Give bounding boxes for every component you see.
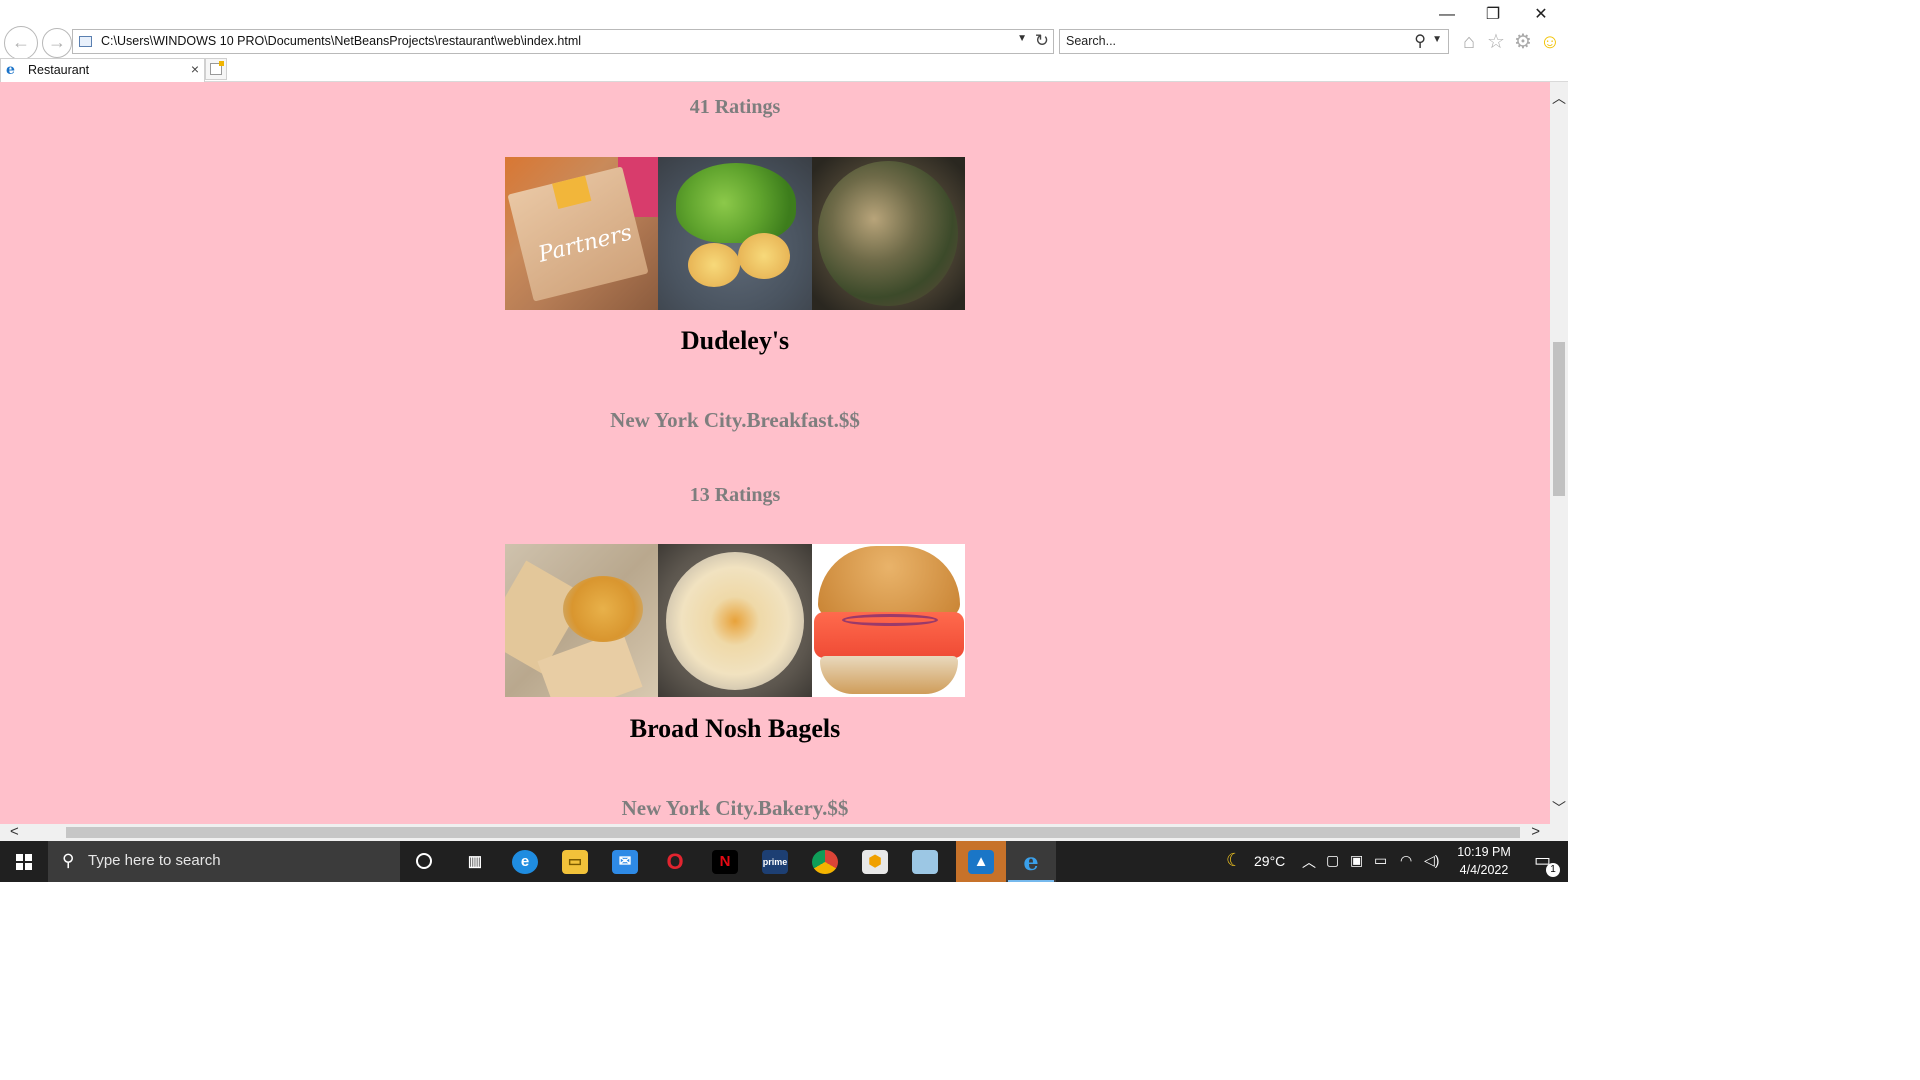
cortana-button[interactable]: [400, 841, 450, 882]
close-window-button[interactable]: ✕: [1518, 4, 1564, 26]
taskbar-search[interactable]: ⚲: [48, 841, 400, 882]
new-tab-button[interactable]: [205, 58, 227, 80]
show-hidden-icons-icon[interactable]: ︿: [1302, 852, 1316, 872]
photo-row-broad-nosh: [505, 544, 965, 697]
netflix-button[interactable]: N: [700, 841, 750, 882]
back-arrow-icon: ←: [12, 32, 30, 52]
ie-tab-icon: e: [6, 62, 15, 78]
cortana-icon: [416, 853, 432, 869]
ratings-text: 41 Ratings: [689, 96, 781, 118]
file-explorer-button[interactable]: ▭: [550, 841, 600, 882]
brussels-sprouts-bowl-photo: [811, 157, 965, 310]
scroll-up-icon[interactable]: ︿: [1552, 88, 1566, 108]
taskbar-search-input[interactable]: [88, 852, 388, 869]
page-icon: [79, 36, 92, 47]
edge-icon: e: [512, 850, 538, 874]
notification-center[interactable]: ▭ 1: [1520, 841, 1568, 882]
restaurant-meta: New York City.Breakfast.$$: [610, 408, 860, 432]
search-box[interactable]: ⚲ ▼: [1059, 29, 1449, 54]
clock[interactable]: 10:19 PM 4/4/2022: [1448, 841, 1520, 882]
clock-time: 10:19 PM: [1457, 845, 1511, 859]
ie-icon: e: [1023, 847, 1039, 876]
browser-chrome: — ❐ ✕ ← → C:\Users\WINDOWS 10 PRO\Docume…: [0, 0, 1568, 82]
scroll-right-icon[interactable]: >: [1531, 823, 1540, 840]
opera-button[interactable]: O: [650, 841, 700, 882]
device-icon[interactable]: ▣: [1350, 852, 1363, 869]
app-box-button[interactable]: ⬢: [850, 841, 900, 882]
weather-widget[interactable]: ☾ 29°C: [1222, 841, 1292, 882]
search-dropdown-icon[interactable]: ▼: [1432, 34, 1442, 45]
opera-icon: O: [666, 849, 684, 874]
vertical-scrollbar[interactable]: ︿ ﹀: [1550, 82, 1568, 824]
photos-icon: ▲: [968, 850, 994, 874]
address-text[interactable]: C:\Users\WINDOWS 10 PRO\Documents\NetBea…: [101, 34, 581, 48]
weather-temp: 29°C: [1254, 853, 1286, 869]
netflix-icon: N: [712, 850, 738, 874]
notification-badge: 1: [1546, 863, 1560, 877]
search-icon[interactable]: ⚲: [1414, 31, 1426, 51]
system-tray: ︿ ▢ ▣ ▭ ◠ ◁): [1300, 841, 1448, 882]
mail-button[interactable]: ✉: [600, 841, 650, 882]
settings-gear-icon[interactable]: ⚙: [1511, 30, 1535, 54]
restaurant-name: Broad Nosh Bagels: [629, 714, 841, 743]
folder-icon: ▭: [562, 850, 588, 874]
new-tab-icon: [210, 61, 224, 75]
restore-button[interactable]: ❐: [1470, 4, 1516, 26]
windows-taskbar: ⚲ ▥ e ▭ ✉ O N prime ⬢ ▲ e ☾ 29°C ︿ ▢ ▣ ▭…: [0, 841, 1568, 882]
forward-button[interactable]: →: [42, 28, 72, 58]
photo-row-dudeleys: Partners: [505, 157, 965, 310]
battery-icon[interactable]: ▭: [1374, 852, 1387, 869]
eggs-benedict-salad-photo: [658, 157, 812, 310]
start-button[interactable]: [0, 841, 48, 882]
prime-video-icon: prime: [762, 850, 788, 874]
ratings-text: 13 Ratings: [689, 484, 781, 506]
scrollbar-corner: [1550, 824, 1568, 841]
box-app-icon: ⬢: [862, 850, 888, 874]
chrome-button[interactable]: [800, 841, 850, 882]
page-viewport: 41 Ratings Partners Dudeley's New York C…: [0, 82, 1550, 824]
tab-restaurant[interactable]: e Restaurant ×: [0, 58, 205, 82]
hummus-pita-photo: [505, 544, 659, 697]
wifi-icon[interactable]: ◠: [1400, 852, 1412, 869]
home-icon[interactable]: ⌂: [1457, 30, 1481, 54]
moon-icon: ☾: [1226, 850, 1243, 870]
bag-brand-text: Partners: [536, 220, 635, 268]
clock-date: 4/4/2022: [1459, 863, 1509, 877]
edge-button[interactable]: e: [500, 841, 550, 882]
restaurant-name: Dudeley's: [680, 326, 790, 355]
notepad-button[interactable]: [900, 841, 950, 882]
partners-coffee-bag-photo: Partners: [505, 157, 659, 310]
vertical-scroll-thumb[interactable]: [1553, 342, 1565, 496]
scroll-left-icon[interactable]: <: [10, 823, 19, 840]
refresh-icon[interactable]: ↻: [1035, 31, 1049, 51]
address-bar[interactable]: C:\Users\WINDOWS 10 PRO\Documents\NetBea…: [72, 29, 1054, 54]
photos-button[interactable]: ▲: [956, 841, 1006, 882]
task-view-button[interactable]: ▥: [450, 841, 500, 882]
volume-icon[interactable]: ◁): [1424, 852, 1439, 869]
restaurant-meta: New York City.Bakery.$$: [621, 796, 849, 820]
meet-now-icon[interactable]: ▢: [1326, 852, 1339, 869]
close-tab-icon[interactable]: ×: [191, 61, 199, 77]
feedback-smiley-icon[interactable]: ☺: [1538, 30, 1562, 54]
prime-video-button[interactable]: prime: [750, 841, 800, 882]
horizontal-scrollbar[interactable]: < >: [0, 823, 1550, 841]
address-dropdown-icon[interactable]: ▼: [1017, 33, 1027, 44]
internet-explorer-button[interactable]: e: [1006, 841, 1056, 882]
favorites-star-icon[interactable]: ☆: [1484, 30, 1508, 54]
search-input[interactable]: [1066, 34, 1396, 48]
horizontal-scroll-thumb[interactable]: [66, 827, 1520, 838]
hummus-plate-photo: [658, 544, 812, 697]
search-icon: ⚲: [62, 851, 75, 870]
chrome-icon: [812, 850, 838, 874]
minimize-button[interactable]: —: [1424, 4, 1470, 26]
back-button[interactable]: ←: [4, 26, 38, 60]
notepad-icon: [912, 850, 938, 874]
task-view-icon: ▥: [467, 853, 483, 870]
scroll-down-icon[interactable]: ﹀: [1552, 798, 1566, 818]
tab-label: Restaurant: [28, 63, 90, 77]
forward-arrow-icon: →: [48, 32, 66, 52]
lox-bagel-photo: [811, 544, 965, 697]
windows-logo-icon: [16, 854, 32, 870]
mail-icon: ✉: [612, 850, 638, 874]
